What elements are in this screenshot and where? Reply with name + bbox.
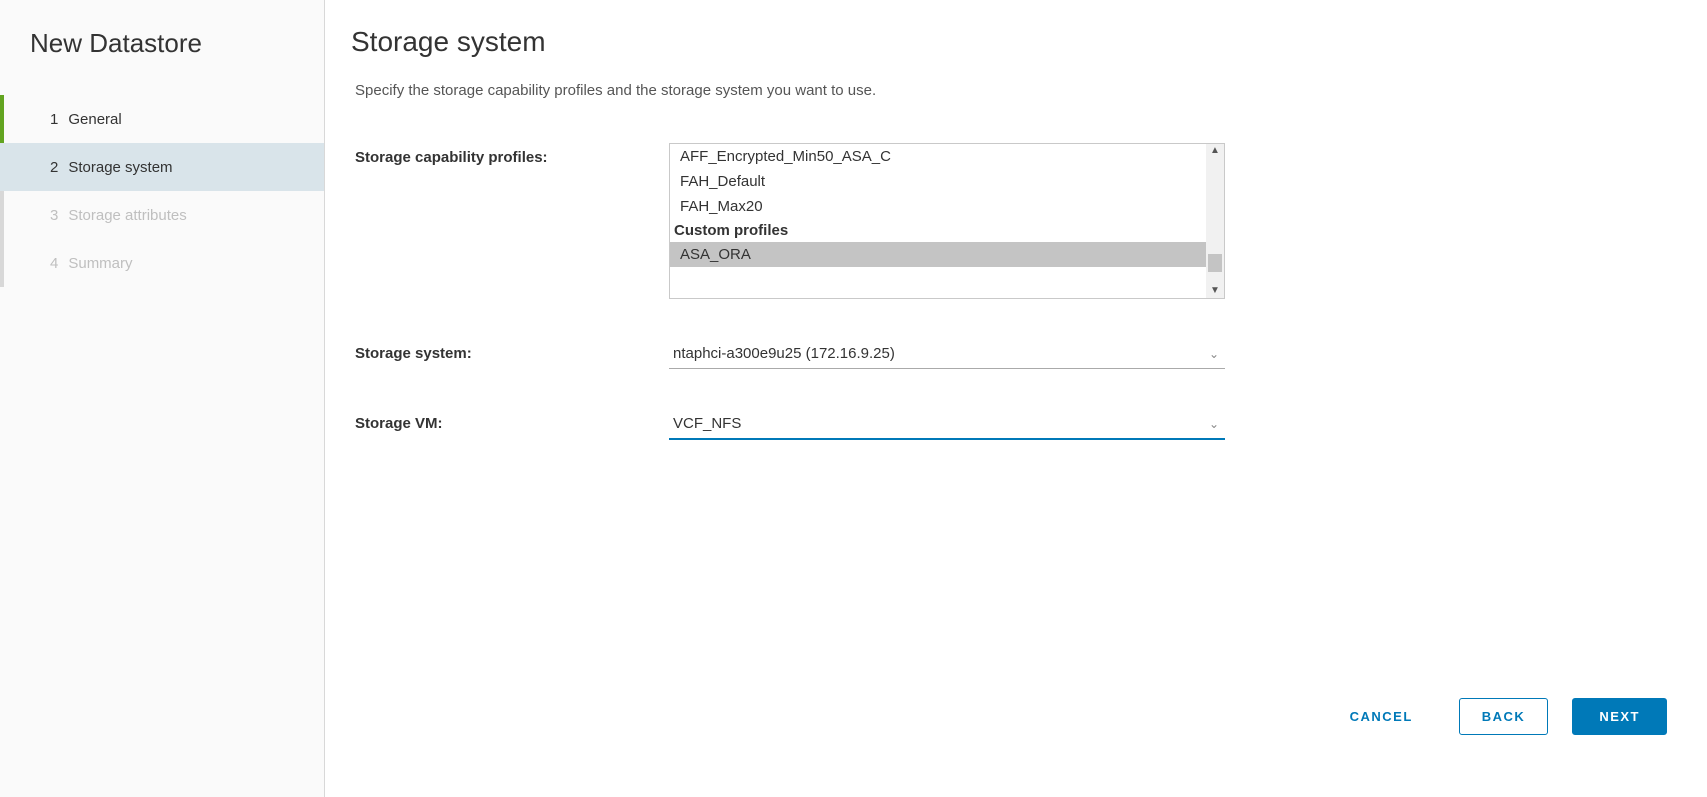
wizard-main-panel: Storage system Specify the storage capab… — [325, 0, 1707, 797]
scroll-down-icon[interactable]: ▼ — [1210, 286, 1220, 296]
profile-option[interactable]: FAH_Max20 — [670, 194, 1224, 219]
wizard-step-summary: 4 Summary — [0, 239, 324, 287]
profiles-scrollbar[interactable]: ▲ ▼ — [1206, 144, 1224, 298]
storage-system-value[interactable]: ntaphci-a300e9u25 (172.16.9.25) — [669, 339, 1225, 369]
profile-option[interactable]: FAH_Default — [670, 169, 1224, 194]
profile-section-header: Custom profiles — [670, 219, 1224, 242]
cancel-button[interactable]: CANCEL — [1328, 699, 1435, 734]
step-number: 3 — [50, 207, 58, 224]
wizard-step-storage-system[interactable]: 2 Storage system — [0, 143, 324, 191]
wizard-button-bar: CANCEL BACK NEXT — [1328, 698, 1667, 735]
page-title: Storage system — [351, 26, 1667, 58]
back-button[interactable]: BACK — [1459, 698, 1549, 735]
profiles-listbox[interactable]: AFF_Encrypted_Min50_ASA_C FAH_Default FA… — [669, 143, 1225, 299]
row-profiles: Storage capability profiles: AFF_Encrypt… — [355, 143, 1667, 299]
wizard-sidebar: New Datastore 1 General 2 Storage system… — [0, 0, 325, 797]
step-label: Storage attributes — [68, 207, 186, 224]
step-label: General — [68, 111, 121, 128]
profile-option-selected[interactable]: ASA_ORA — [670, 242, 1224, 267]
scroll-thumb[interactable] — [1208, 254, 1222, 272]
profiles-scroll-area: AFF_Encrypted_Min50_ASA_C FAH_Default FA… — [670, 144, 1224, 298]
step-label: Storage system — [68, 159, 172, 176]
wizard-step-list: 1 General 2 Storage system 3 Storage att… — [0, 95, 324, 287]
wizard-step-storage-attributes: 3 Storage attributes — [0, 191, 324, 239]
row-storage-vm: Storage VM: VCF_NFS ⌄ — [355, 409, 1667, 440]
profile-option[interactable]: AFF_Encrypted_Min50_ASA_C — [670, 144, 1224, 169]
scroll-up-icon[interactable]: ▲ — [1210, 146, 1220, 156]
next-button[interactable]: NEXT — [1572, 698, 1667, 735]
storage-vm-value[interactable]: VCF_NFS — [669, 409, 1225, 440]
wizard-step-general[interactable]: 1 General — [0, 95, 324, 143]
wizard-title: New Datastore — [0, 28, 324, 95]
step-number: 4 — [50, 255, 58, 272]
row-storage-system: Storage system: ntaphci-a300e9u25 (172.1… — [355, 339, 1667, 369]
step-label: Summary — [68, 255, 132, 272]
page-subtitle: Specify the storage capability profiles … — [355, 82, 1667, 99]
step-number: 1 — [50, 111, 58, 128]
label-storage-system: Storage system: — [355, 339, 669, 362]
label-storage-vm: Storage VM: — [355, 409, 669, 432]
step-number: 2 — [50, 159, 58, 176]
storage-system-select[interactable]: ntaphci-a300e9u25 (172.16.9.25) ⌄ — [669, 339, 1225, 369]
label-profiles: Storage capability profiles: — [355, 143, 669, 166]
storage-vm-select[interactable]: VCF_NFS ⌄ — [669, 409, 1225, 440]
